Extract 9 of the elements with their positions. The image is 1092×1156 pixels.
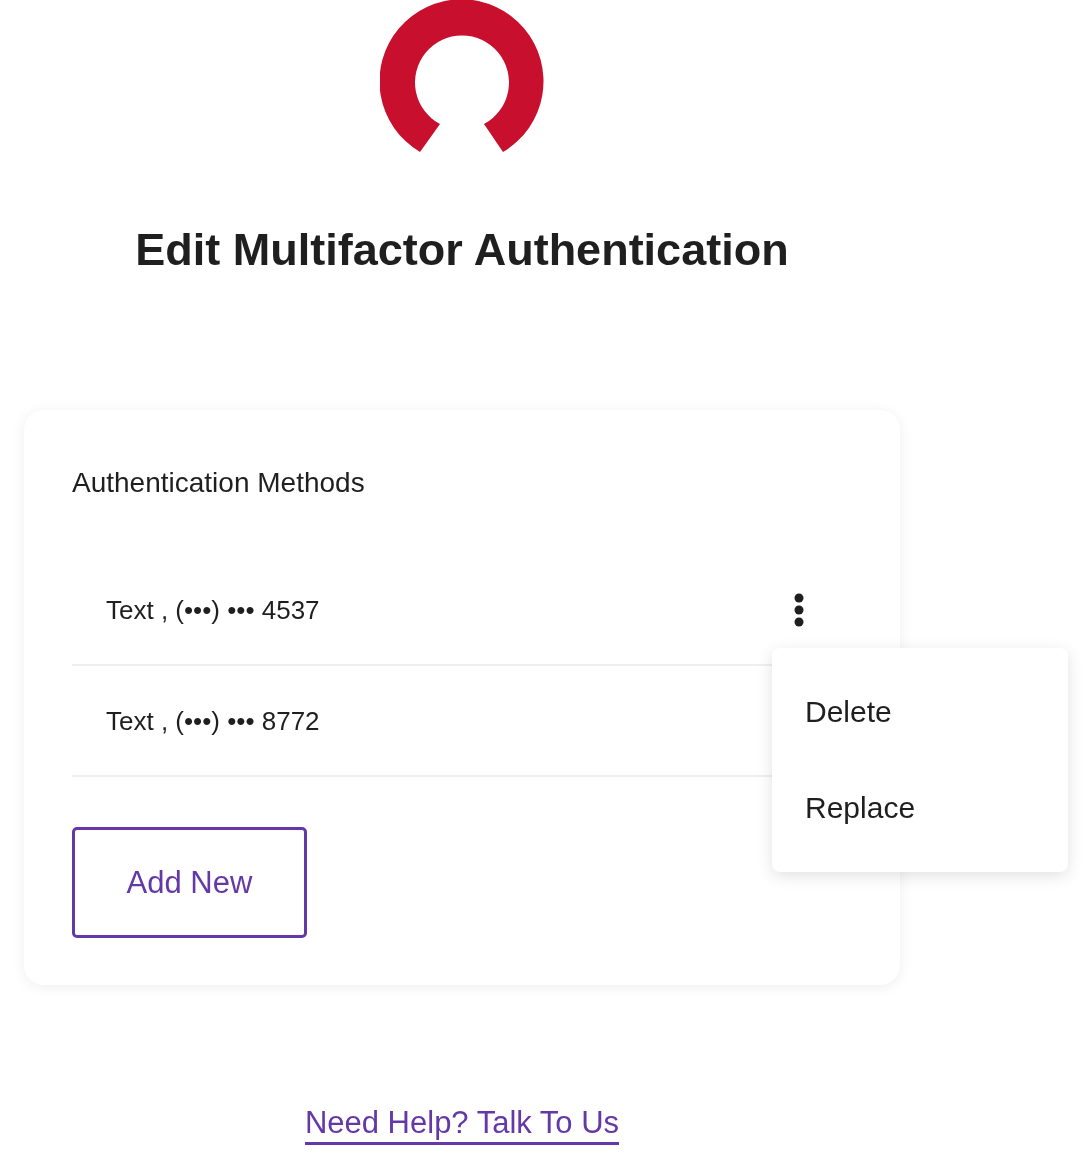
method-label: Text , (•••) ••• 4537 [106, 593, 320, 626]
card-heading: Authentication Methods [72, 466, 365, 500]
page-title: Edit Multifactor Authentication [135, 224, 789, 276]
more-icon[interactable] [794, 592, 804, 627]
menu-item[interactable]: Replace [805, 791, 1068, 825]
method-label: Text , (•••) ••• 8772 [106, 704, 320, 737]
menu-item[interactable]: Delete [805, 695, 1068, 729]
add-new-button[interactable]: Add New [72, 827, 307, 938]
help-link[interactable]: Need Help? Talk To Us [304, 1105, 620, 1145]
